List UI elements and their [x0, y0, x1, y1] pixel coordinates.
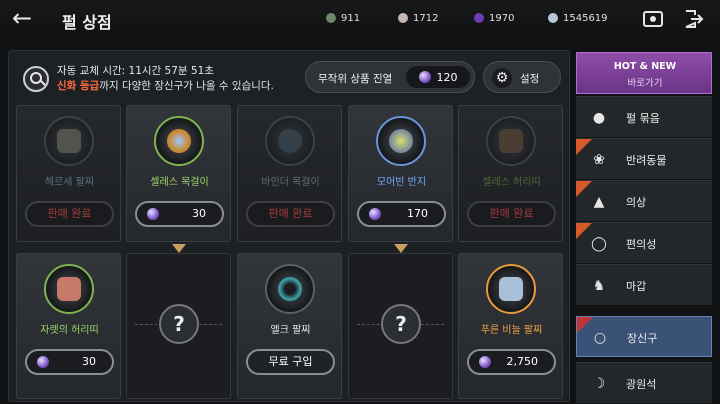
arrow-down-icon — [394, 244, 408, 253]
item-card[interactable]: 셀레스 목걸이 30 — [126, 105, 231, 242]
item-card[interactable]: 모어빈 반지 170 — [348, 105, 453, 242]
mystery-slot: ? — [126, 253, 231, 399]
page-title: 펄 상점 — [62, 13, 112, 32]
pearl-icon — [37, 356, 49, 368]
horse-icon: ♞ — [592, 278, 606, 294]
sidebar-item-pets[interactable]: ❀ 반려동물 — [576, 138, 712, 179]
sidebar-item-costume[interactable]: ▲ 의상 — [576, 180, 712, 221]
question-icon: ? — [381, 304, 421, 344]
question-icon: ? — [159, 304, 199, 344]
sidebar-item-light-stone[interactable]: ☽ 광원석 — [576, 362, 712, 403]
belt-icon — [486, 116, 536, 166]
ring-icon: ○ — [593, 330, 607, 346]
gear-icon: ⚙ — [492, 68, 512, 88]
grade-description: 신화 등급까지 다양한 장신구가 나올 수 있습니다. — [57, 80, 274, 92]
random-display-button[interactable]: 무작위 상품 진열 120 — [305, 61, 475, 93]
buy-button[interactable]: 170 — [357, 201, 446, 227]
sold-out-label: 판매 완료 — [25, 201, 114, 227]
buy-button[interactable]: 30 — [135, 201, 224, 227]
pearl-purple-icon — [474, 13, 484, 23]
back-arrow-icon[interactable]: ← — [12, 6, 42, 32]
belt-icon — [44, 264, 94, 314]
shop-panel: 자동 교체 시간: 11시간 57분 51초 신화 등급까지 다양한 장신구가 … — [8, 50, 570, 402]
hot-new-shortcut[interactable]: HOT & NEW 바로가기 — [576, 52, 712, 94]
item-card[interactable]: 자렛의 허리띠 30 — [16, 253, 121, 399]
buy-button[interactable]: 2,750 — [467, 349, 556, 375]
sold-out-label: 판매 완료 — [246, 201, 335, 227]
currency-3: 1970 — [474, 11, 514, 25]
silver-coin-icon — [326, 13, 336, 23]
arrow-down-icon — [172, 244, 186, 253]
potion-icon: ◯ — [591, 236, 607, 252]
sidebar-item-pearl-bundle[interactable]: ● 펄 묶음 — [576, 96, 712, 137]
item-card[interactable]: 셀레스 허리띠 판매 완료 — [458, 105, 563, 242]
storage-box-icon[interactable] — [642, 8, 664, 30]
necklace-icon — [265, 116, 315, 166]
currency-4: 1545619 — [548, 11, 608, 25]
bracelet-icon — [265, 264, 315, 314]
sidebar-item-horse-armor[interactable]: ♞ 마갑 — [576, 264, 712, 305]
item-card[interactable]: 푸른 비늘 팔찌 2,750 — [458, 253, 563, 399]
refresh-timer: 자동 교체 시간: 11시간 57분 51초 — [57, 65, 214, 77]
armor-icon: ▲ — [593, 194, 605, 210]
currency-1: 911 — [326, 11, 360, 25]
random-price: 120 — [406, 66, 470, 88]
pearl-icon — [147, 208, 159, 220]
crescent-icon: ☽ — [592, 376, 606, 392]
pearl-white-icon — [398, 13, 408, 23]
item-card[interactable]: 엘크 팔찌 무료 구입 — [237, 253, 342, 399]
item-card[interactable]: 헤르세 팔찌 판매 완료 — [16, 105, 121, 242]
buy-button[interactable]: 30 — [25, 349, 114, 375]
pearl-icon — [479, 356, 491, 368]
necklace-icon — [154, 116, 204, 166]
currency-2: 1712 — [398, 11, 438, 25]
pearl-bundle-icon: ● — [592, 110, 606, 126]
item-card[interactable]: 바인더 목걸이 판매 완료 — [237, 105, 342, 242]
sidebar-item-convenience[interactable]: ◯ 편의성 — [576, 222, 712, 263]
paw-icon: ❀ — [593, 152, 605, 168]
bracelet-icon — [486, 264, 536, 314]
ring-icon — [376, 116, 426, 166]
sold-out-label: 판매 완료 — [467, 201, 556, 227]
top-bar: ← 펄 상점 911 1712 1970 1545619 — [0, 0, 720, 38]
settings-button[interactable]: ⚙ 설정 — [483, 61, 561, 93]
crystal-icon — [548, 13, 558, 23]
pearl-icon — [369, 208, 381, 220]
sidebar-item-accessories[interactable]: ○ 장신구 — [576, 316, 712, 357]
bracelet-icon — [44, 116, 94, 166]
pearl-icon — [418, 71, 431, 83]
search-icon[interactable] — [23, 66, 49, 92]
mystery-slot: ? — [348, 253, 453, 399]
free-buy-button[interactable]: 무료 구입 — [246, 349, 335, 375]
exit-icon[interactable] — [682, 8, 704, 30]
